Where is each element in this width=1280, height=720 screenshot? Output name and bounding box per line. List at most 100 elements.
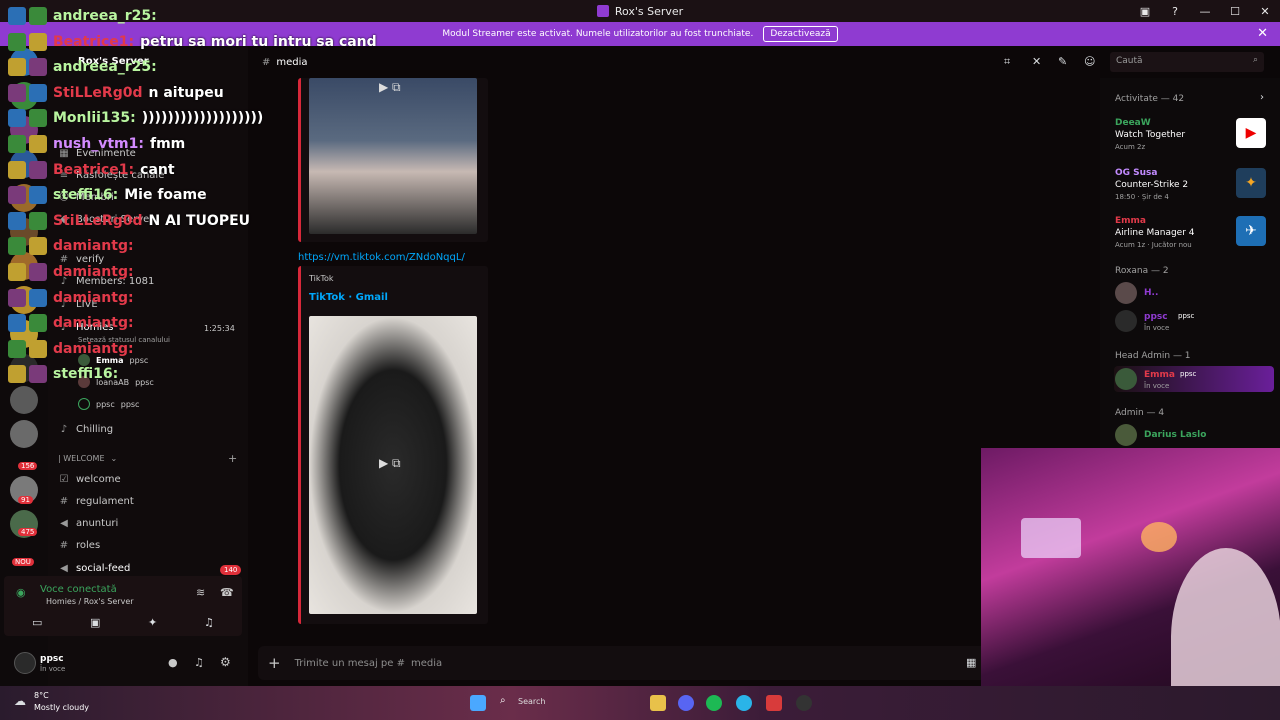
voice-user[interactable]: Emma ppsc	[78, 354, 148, 366]
camera-icon[interactable]: ▭	[32, 616, 42, 629]
weather-temp[interactable]: 8°C	[34, 691, 49, 700]
voice-user[interactable]: ppsc ppsc	[78, 398, 139, 410]
server-icon[interactable]	[10, 184, 38, 212]
sidebar-item-boosts[interactable]: ◆ Boosturi Server	[58, 214, 153, 225]
server-icon[interactable]	[10, 420, 38, 448]
gift-icon[interactable]: ▦	[966, 656, 976, 669]
spotify-icon[interactable]	[706, 695, 722, 711]
chevron-right-icon[interactable]: ›	[1260, 92, 1264, 103]
message-composer[interactable]: + Trimite un mesaj pe # media	[258, 646, 988, 680]
member-name[interactable]: Emma	[1144, 370, 1175, 380]
add-attachment-icon[interactable]: +	[268, 654, 281, 672]
play-icon[interactable]: ▶ ⧉	[379, 80, 401, 95]
inbox-icon[interactable]: ▣	[1130, 5, 1160, 18]
user-name[interactable]: ppsc	[40, 654, 64, 664]
server-icon[interactable]	[10, 320, 38, 348]
pin-icon[interactable]: ✎	[1058, 55, 1067, 68]
activity-user[interactable]: Emma	[1115, 216, 1146, 226]
user-status: În voce	[40, 665, 66, 673]
voice-channel-status[interactable]: Setează statusul canalului	[78, 336, 170, 344]
channel-members-count[interactable]: ♪ Members: 1081	[58, 276, 155, 287]
new-badge: NOU	[12, 558, 34, 566]
monitor-glow	[1021, 518, 1081, 558]
role-group-header: Admin — 4	[1115, 408, 1165, 418]
server-icon[interactable]	[10, 82, 38, 110]
members-list-icon[interactable]: ☺	[1084, 55, 1095, 68]
unread-badge: 475	[18, 528, 38, 536]
server-icon[interactable]	[10, 150, 38, 178]
member-name[interactable]: Darius Laslo	[1144, 430, 1206, 440]
avatar[interactable]	[1115, 424, 1137, 446]
activity-user[interactable]: DeeaW	[1115, 118, 1151, 128]
play-icon[interactable]: ▶ ⧉	[379, 456, 401, 471]
member-name[interactable]: ppsc	[1144, 312, 1168, 322]
channel-live[interactable]: ♪ LIVE	[58, 299, 98, 310]
server-icon[interactable]	[10, 218, 38, 246]
noise-suppression-icon[interactable]: ≋	[196, 586, 205, 599]
channel-verify[interactable]: # verify	[58, 254, 104, 265]
voice-user[interactable]: IoanaAB ppsc	[78, 376, 154, 388]
member-name[interactable]: H..	[1144, 288, 1158, 298]
headphones-icon[interactable]: ♫	[194, 656, 204, 669]
channel-welcome[interactable]: ☑ welcome	[58, 474, 121, 485]
soundboard-icon[interactable]: ♫	[204, 616, 214, 629]
video-thumbnail[interactable]	[309, 78, 477, 234]
settings-icon[interactable]: ⚙	[220, 655, 231, 669]
weather-desc[interactable]: Mostly cloudy	[34, 703, 89, 712]
search-input[interactable]: Caută ⌕	[1110, 52, 1264, 72]
search-icon[interactable]: ⌕	[500, 695, 506, 706]
minimize-button[interactable]: —	[1190, 5, 1220, 18]
sidebar-item-browse[interactable]: ≡ Răsfoiește canale	[58, 170, 165, 181]
avatar[interactable]	[1115, 310, 1137, 332]
avatar[interactable]	[14, 652, 36, 674]
help-icon[interactable]: ?	[1160, 5, 1190, 18]
avatar[interactable]	[1115, 282, 1137, 304]
discord-icon[interactable]	[678, 695, 694, 711]
voice-channel-homies[interactable]: ♪ Homies	[58, 322, 114, 333]
server-icon[interactable]	[10, 354, 38, 382]
microphone-icon[interactable]: ●	[168, 656, 178, 669]
edge-icon[interactable]	[736, 695, 752, 711]
avatar[interactable]	[1115, 368, 1137, 390]
disable-streamer-button[interactable]: Dezactivează	[763, 26, 838, 42]
activities-icon[interactable]: ✦	[148, 616, 157, 629]
screenshare-icon[interactable]: ▣	[90, 616, 100, 629]
sidebar-item-events[interactable]: ▦ Evenimente	[58, 148, 136, 159]
threads-icon[interactable]: ⌗	[1004, 55, 1010, 69]
file-explorer-icon[interactable]	[650, 695, 666, 711]
server-icon[interactable]	[10, 386, 38, 414]
notifications-icon[interactable]: ✕	[1032, 55, 1041, 68]
server-icon[interactable]	[10, 286, 38, 314]
activity-user[interactable]: OG Susa	[1115, 168, 1158, 178]
channel-roles[interactable]: # roles	[58, 540, 100, 551]
message-link[interactable]: https://vm.tiktok.com/ZNdoNqqL/	[298, 252, 465, 263]
hash-icon: #	[262, 56, 271, 68]
add-channel-icon[interactable]: +	[228, 452, 237, 465]
category-welcome[interactable]: | WELCOME ⌄	[58, 454, 117, 463]
server-icon[interactable]	[10, 116, 38, 144]
channel-social-feed[interactable]: ◀ social-feed	[58, 563, 130, 574]
obs-icon[interactable]	[796, 695, 812, 711]
server-name[interactable]: Rox's Server	[78, 56, 149, 67]
voice-status[interactable]: Voce conectată	[40, 584, 117, 595]
taskbar-search[interactable]: Search	[518, 697, 545, 706]
youtube-icon: ▶	[1236, 118, 1266, 148]
disconnect-icon[interactable]: ☎	[220, 586, 234, 599]
server-icon[interactable]	[10, 252, 38, 280]
channel-anunturi[interactable]: ◀ anunturi	[58, 518, 118, 529]
voice-channel-chilling[interactable]: ♪ Chilling	[58, 424, 113, 435]
close-icon[interactable]: ✕	[1257, 26, 1268, 41]
app-icon[interactable]	[766, 695, 782, 711]
game-icon: ✈	[1236, 216, 1266, 246]
maximize-button[interactable]: ☐	[1220, 5, 1250, 18]
channel-regulament[interactable]: # regulament	[58, 496, 134, 507]
embed-title[interactable]: TikTok · Gmail	[309, 292, 388, 303]
chevron-down-icon: ⌄	[110, 454, 118, 463]
sidebar-item-members[interactable]: ☺ Membri	[58, 192, 114, 203]
start-icon[interactable]	[470, 695, 486, 711]
unread-badge: 156	[18, 462, 38, 470]
close-button[interactable]: ✕	[1250, 5, 1280, 18]
server-icon[interactable]	[10, 48, 38, 76]
member-status: În voce	[1144, 382, 1170, 390]
voice-location[interactable]: Homies / Rox's Server	[46, 597, 134, 606]
